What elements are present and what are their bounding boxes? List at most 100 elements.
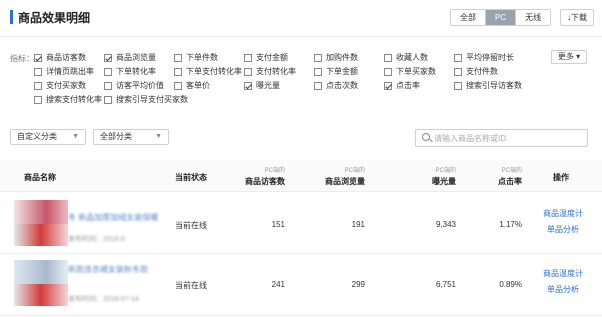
metric-label: 点击次数	[326, 81, 358, 90]
checkbox-icon[interactable]	[104, 95, 112, 104]
product-publish-time: 发布时间：2016-0	[68, 236, 125, 243]
checkbox-icon[interactable]	[384, 53, 392, 62]
checkbox-icon[interactable]	[244, 67, 252, 76]
segment-pc[interactable]: PC	[486, 10, 517, 25]
metric-option[interactable]: 曝光量	[244, 80, 280, 91]
product-thumbnail[interactable]	[14, 260, 68, 306]
table-row: 冬 新品加厚加绒女装保暖 发布时间：2016-0 当前在线 151 191 9,…	[0, 192, 602, 254]
ctr-value: 0.89%	[499, 280, 522, 289]
col-ctr[interactable]: 点击率	[472, 176, 522, 187]
exposure-value: 6,751	[435, 280, 456, 289]
metric-label: 搜索引导支付买家数	[116, 95, 188, 104]
checkbox-checked-icon[interactable]	[34, 53, 42, 62]
status-text: 当前在线	[175, 281, 207, 290]
product-search-input[interactable]	[434, 131, 584, 145]
metric-option[interactable]: 访客平均价值	[104, 80, 164, 91]
checkbox-icon[interactable]	[104, 81, 112, 90]
checkbox-checked-icon[interactable]	[384, 81, 392, 90]
metric-option[interactable]: 搜索引导访客数	[454, 80, 522, 91]
metric-option[interactable]: 搜索引导支付买家数	[104, 94, 188, 105]
metric-label: 商品访客数	[46, 53, 86, 62]
metric-option[interactable]: 客单价	[174, 80, 210, 91]
chevron-down-icon: ▼	[155, 133, 162, 140]
metric-label: 加购件数	[326, 53, 358, 62]
metric-option[interactable]: 商品访客数	[34, 52, 86, 63]
item-analysis-link[interactable]: 单品分析	[547, 284, 579, 295]
metric-option[interactable]: 下单买家数	[384, 66, 436, 77]
checkbox-icon[interactable]	[314, 81, 322, 90]
metric-option[interactable]: 商品浏览量	[104, 52, 156, 63]
checkbox-icon[interactable]	[174, 53, 182, 62]
item-analysis-link[interactable]: 单品分析	[547, 224, 579, 235]
thumbnail-image-bottom	[14, 284, 68, 306]
metric-label: 支付买家数	[46, 81, 86, 90]
product-name-link[interactable]: 新款连衣裙女装秋冬款	[68, 264, 173, 275]
metric-option[interactable]: 加购件数	[314, 52, 358, 63]
checkbox-icon[interactable]	[384, 67, 392, 76]
metric-label: 支付件数	[466, 67, 498, 76]
checkbox-icon[interactable]	[104, 67, 112, 76]
product-thermometer-link[interactable]: 商品温度计	[543, 208, 583, 219]
metric-option[interactable]: 搜索支付转化率	[34, 94, 102, 105]
metric-label: 支付转化率	[256, 67, 296, 76]
metric-option[interactable]: 点击率	[384, 80, 420, 91]
metric-option[interactable]: 支付件数	[454, 66, 498, 77]
metrics-label: 指标：	[10, 54, 34, 63]
checkbox-icon[interactable]	[454, 81, 462, 90]
metric-label: 点击率	[396, 81, 420, 90]
metric-option[interactable]: 支付转化率	[244, 66, 296, 77]
checkbox-checked-icon[interactable]	[244, 81, 252, 90]
download-button[interactable]: ↓下载	[560, 9, 594, 26]
status-text: 当前在线	[175, 221, 207, 230]
thumbnail-image-top	[14, 200, 68, 224]
checkbox-icon[interactable]	[34, 81, 42, 90]
custom-category-value: 自定义分类	[17, 132, 57, 141]
checkbox-icon[interactable]	[454, 67, 462, 76]
checkbox-icon[interactable]	[314, 67, 322, 76]
checkbox-icon[interactable]	[314, 53, 322, 62]
checkbox-icon[interactable]	[34, 67, 42, 76]
thumbnail-image-bottom	[14, 224, 68, 246]
col-views-sub: PC端的	[344, 168, 365, 174]
product-thumbnail[interactable]	[14, 200, 68, 246]
exposure-value: 9,343	[435, 220, 456, 229]
col-exposure-sub: PC端的	[435, 168, 456, 174]
metric-label: 平均停留时长	[466, 53, 514, 62]
col-exposure[interactable]: 曝光量	[406, 176, 456, 187]
custom-category-select[interactable]: 自定义分类 ▼	[10, 129, 86, 145]
table-header: 商品名称 当前状态 PC端的 商品访客数 PC端的 商品浏览量 PC端的 曝光量…	[0, 160, 602, 192]
metric-label: 下单买家数	[396, 67, 436, 76]
metric-option[interactable]: 平均停留时长	[454, 52, 514, 63]
all-category-select[interactable]: 全部分类 ▼	[93, 129, 169, 145]
metric-option[interactable]: 收藏人数	[384, 52, 428, 63]
metric-option[interactable]: 下单支付转化率	[174, 66, 242, 77]
more-metrics-button[interactable]: 更多 ▾	[551, 50, 587, 64]
segment-all[interactable]: 全部	[451, 10, 486, 25]
product-thermometer-link[interactable]: 商品温度计	[543, 268, 583, 279]
checkbox-icon[interactable]	[174, 81, 182, 90]
col-ctr-sub: PC端的	[501, 168, 522, 174]
metric-option[interactable]: 下单件数	[174, 52, 218, 63]
metric-option[interactable]: 支付买家数	[34, 80, 86, 91]
checkbox-icon[interactable]	[244, 53, 252, 62]
table-row: 新款连衣裙女装秋冬款 发布时间：2016-07-14 当前在线 241 299 …	[0, 254, 602, 316]
metric-option[interactable]: 点击次数	[314, 80, 358, 91]
metric-option[interactable]: 下单转化率	[104, 66, 156, 77]
checkbox-icon[interactable]	[454, 53, 462, 62]
metric-option[interactable]: 详情页跳出率	[34, 66, 94, 77]
metric-label: 下单转化率	[116, 67, 156, 76]
metric-option[interactable]: 下单金额	[314, 66, 358, 77]
checkbox-checked-icon[interactable]	[104, 53, 112, 62]
segment-wireless[interactable]: 无线	[516, 10, 551, 25]
visitors-value: 241	[271, 280, 285, 289]
col-status: 当前状态	[175, 173, 207, 182]
all-category-value: 全部分类	[100, 132, 132, 141]
views-value: 299	[351, 280, 365, 289]
checkbox-icon[interactable]	[174, 67, 182, 76]
checkbox-icon[interactable]	[34, 95, 42, 104]
product-name-link[interactable]: 冬 新品加厚加绒女装保暖	[68, 212, 173, 223]
metric-option[interactable]: 支付金额	[244, 52, 288, 63]
col-views[interactable]: 商品浏览量	[315, 176, 365, 187]
metric-label: 收藏人数	[396, 53, 428, 62]
col-visitors[interactable]: 商品访客数	[235, 176, 285, 187]
